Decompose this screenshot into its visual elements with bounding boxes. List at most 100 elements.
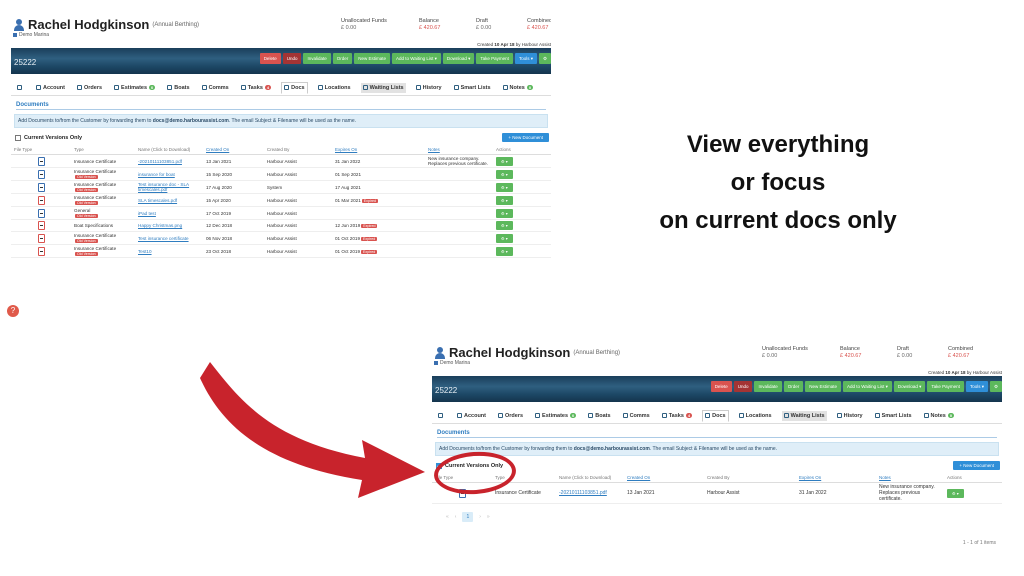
tab-comms[interactable]: Comms <box>621 411 652 421</box>
current-versions-toggle[interactable]: Current Versions Only <box>15 135 82 141</box>
tab-docs[interactable]: Docs <box>281 81 308 94</box>
file-icon[interactable] <box>37 221 45 230</box>
tab-comms[interactable]: Comms <box>200 83 231 93</box>
toolbar-button-1[interactable]: Undo <box>282 53 302 64</box>
toolbar-button-7[interactable]: Take Payment <box>476 53 513 64</box>
actions-button[interactable]: ⚙ ▾ <box>496 182 513 192</box>
actions-button[interactable]: ⚙ ▾ <box>496 233 513 243</box>
created-info: Created 10 Apr 18 by Harbour Assist <box>928 370 1002 375</box>
document-link[interactable]: insurance for boat <box>138 172 175 177</box>
actions-button[interactable]: ⚙ ▾ <box>496 169 513 179</box>
document-link[interactable]: -20210111103851.pdf <box>138 159 182 164</box>
tab-boats[interactable]: Boats <box>165 83 191 93</box>
tab-notes[interactable]: Notes 0 <box>922 411 957 421</box>
column-header[interactable]: Created On <box>203 145 264 155</box>
tab-orders[interactable]: Orders <box>75 83 104 93</box>
caption: View everything or focus on current docs… <box>618 126 938 240</box>
file-icon[interactable] <box>37 208 45 218</box>
tab-badge: 0 <box>570 413 577 418</box>
pager-button[interactable]: 1 <box>462 512 474 522</box>
actions-button[interactable]: ⚙ ▾ <box>496 208 513 218</box>
tab-boats[interactable]: Boats <box>586 411 612 421</box>
toolbar-button-8[interactable]: Tools ▾ <box>514 53 537 64</box>
tab-tasks[interactable]: Tasks 4 <box>239 83 273 93</box>
column-header[interactable]: Expires On <box>331 145 425 155</box>
column-header[interactable]: Notes <box>425 145 493 155</box>
pager-button[interactable]: › <box>479 514 481 520</box>
actions-button[interactable]: ⚙ ▾ <box>496 156 513 166</box>
tab-history[interactable]: History <box>414 83 444 93</box>
tab-smart-lists[interactable]: Smart Lists <box>873 411 914 421</box>
file-icon[interactable] <box>37 156 45 166</box>
toolbar-button-6[interactable]: Download ▾ <box>442 53 475 64</box>
tab-notes[interactable]: Notes 0 <box>501 83 536 93</box>
new-document-button[interactable]: + New Document <box>502 133 549 142</box>
figure-2: Draft £ 0.00 <box>897 346 913 360</box>
toolbar-button-3[interactable]: Order <box>783 381 804 392</box>
checkbox[interactable] <box>15 135 21 141</box>
actions-button[interactable]: ⚙ ▾ <box>947 488 964 498</box>
tab-account[interactable]: Account <box>455 411 488 421</box>
document-link[interactable]: Test insurance doc - SLA timescales.pdf <box>138 182 189 192</box>
toolbar-button-3[interactable]: Order <box>332 53 353 64</box>
toolbar-button-2[interactable]: Invalidate <box>303 53 331 64</box>
actions-button[interactable]: ⚙ ▾ <box>496 246 513 256</box>
file-icon[interactable] <box>37 169 45 179</box>
actions-button[interactable]: ⚙ ▾ <box>496 221 513 230</box>
file-icon[interactable] <box>37 246 45 256</box>
actions-button[interactable]: ⚙ ▾ <box>496 195 513 205</box>
toolbar-button-4[interactable]: New Estimate <box>805 381 842 392</box>
tab-waiting-lists[interactable]: Waiting Lists <box>360 82 406 93</box>
eye-icon <box>17 85 22 90</box>
tab-waiting-lists[interactable]: Waiting Lists <box>781 410 827 421</box>
toolbar-button-0[interactable]: Delete <box>259 53 281 64</box>
column-header[interactable]: Expires On <box>795 473 876 483</box>
toolbar-button-6[interactable]: Download ▾ <box>893 381 926 392</box>
document-link[interactable]: SLA timescales.pdf <box>138 198 177 203</box>
location-icon <box>317 85 323 90</box>
file-icon[interactable] <box>37 195 45 205</box>
screenshot-current-documents: Rachel Hodgkinson (Annual Berthing) Demo M… <box>432 340 1002 556</box>
toolbar-button-9[interactable]: ⚙ <box>989 381 1002 392</box>
toolbar-button-0[interactable]: Delete <box>710 381 732 392</box>
toolbar-button-1[interactable]: Undo <box>733 381 753 392</box>
document-link[interactable]: Test10 <box>138 249 152 254</box>
expired-badge: Expired <box>361 249 378 254</box>
toolbar-button-9[interactable]: ⚙ <box>538 53 551 64</box>
file-icon[interactable] <box>37 182 45 192</box>
tab-locations[interactable]: Locations <box>316 83 353 93</box>
person-icon <box>457 413 462 418</box>
tab-overview[interactable] <box>15 83 26 92</box>
tab-history[interactable]: History <box>835 411 865 421</box>
tab-estimates[interactable]: Estimates 0 <box>112 83 157 93</box>
tab-locations[interactable]: Locations <box>737 411 774 421</box>
document-link[interactable]: -20210111103851.pdf <box>559 490 607 496</box>
column-header[interactable]: Notes <box>876 473 944 483</box>
divider <box>437 437 997 438</box>
expired-badge: Expired <box>361 236 378 241</box>
toolbar-button-8[interactable]: Tools ▾ <box>965 381 988 392</box>
tab-estimates[interactable]: Estimates 0 <box>533 411 578 421</box>
toolbar-button-5[interactable]: Add to Waiting List ▾ <box>843 381 892 392</box>
tab-account[interactable]: Account <box>34 83 67 93</box>
document-link[interactable]: Happy Christmas.png <box>138 223 182 228</box>
customer-header: Rachel Hodgkinson (Annual Berthing) Demo M… <box>432 340 1002 376</box>
file-icon[interactable] <box>37 233 45 243</box>
document-link[interactable]: iPad test <box>138 211 156 216</box>
column-header[interactable]: Created On <box>624 473 705 483</box>
document-link[interactable]: Test insurance certificate <box>138 236 189 241</box>
toolbar-button-7[interactable]: Take Payment <box>927 381 964 392</box>
old-version-badge: Old Version <box>75 214 98 218</box>
tab-orders[interactable]: Orders <box>496 411 525 421</box>
toolbar-button-4[interactable]: New Estimate <box>354 53 391 64</box>
pager-button[interactable]: ‹ <box>455 514 457 520</box>
pager-button[interactable]: » <box>487 514 490 520</box>
tab-smart-lists[interactable]: Smart Lists <box>452 83 493 93</box>
help-icon[interactable]: ? <box>7 305 19 317</box>
toolbar-button-5[interactable]: Add to Waiting List ▾ <box>392 53 441 64</box>
new-document-button[interactable]: + New Document <box>953 461 1000 470</box>
pager-button[interactable]: « <box>446 514 449 520</box>
tab-docs[interactable]: Docs <box>702 409 729 422</box>
toolbar-button-2[interactable]: Invalidate <box>754 381 782 392</box>
tab-tasks[interactable]: Tasks 4 <box>660 411 694 421</box>
